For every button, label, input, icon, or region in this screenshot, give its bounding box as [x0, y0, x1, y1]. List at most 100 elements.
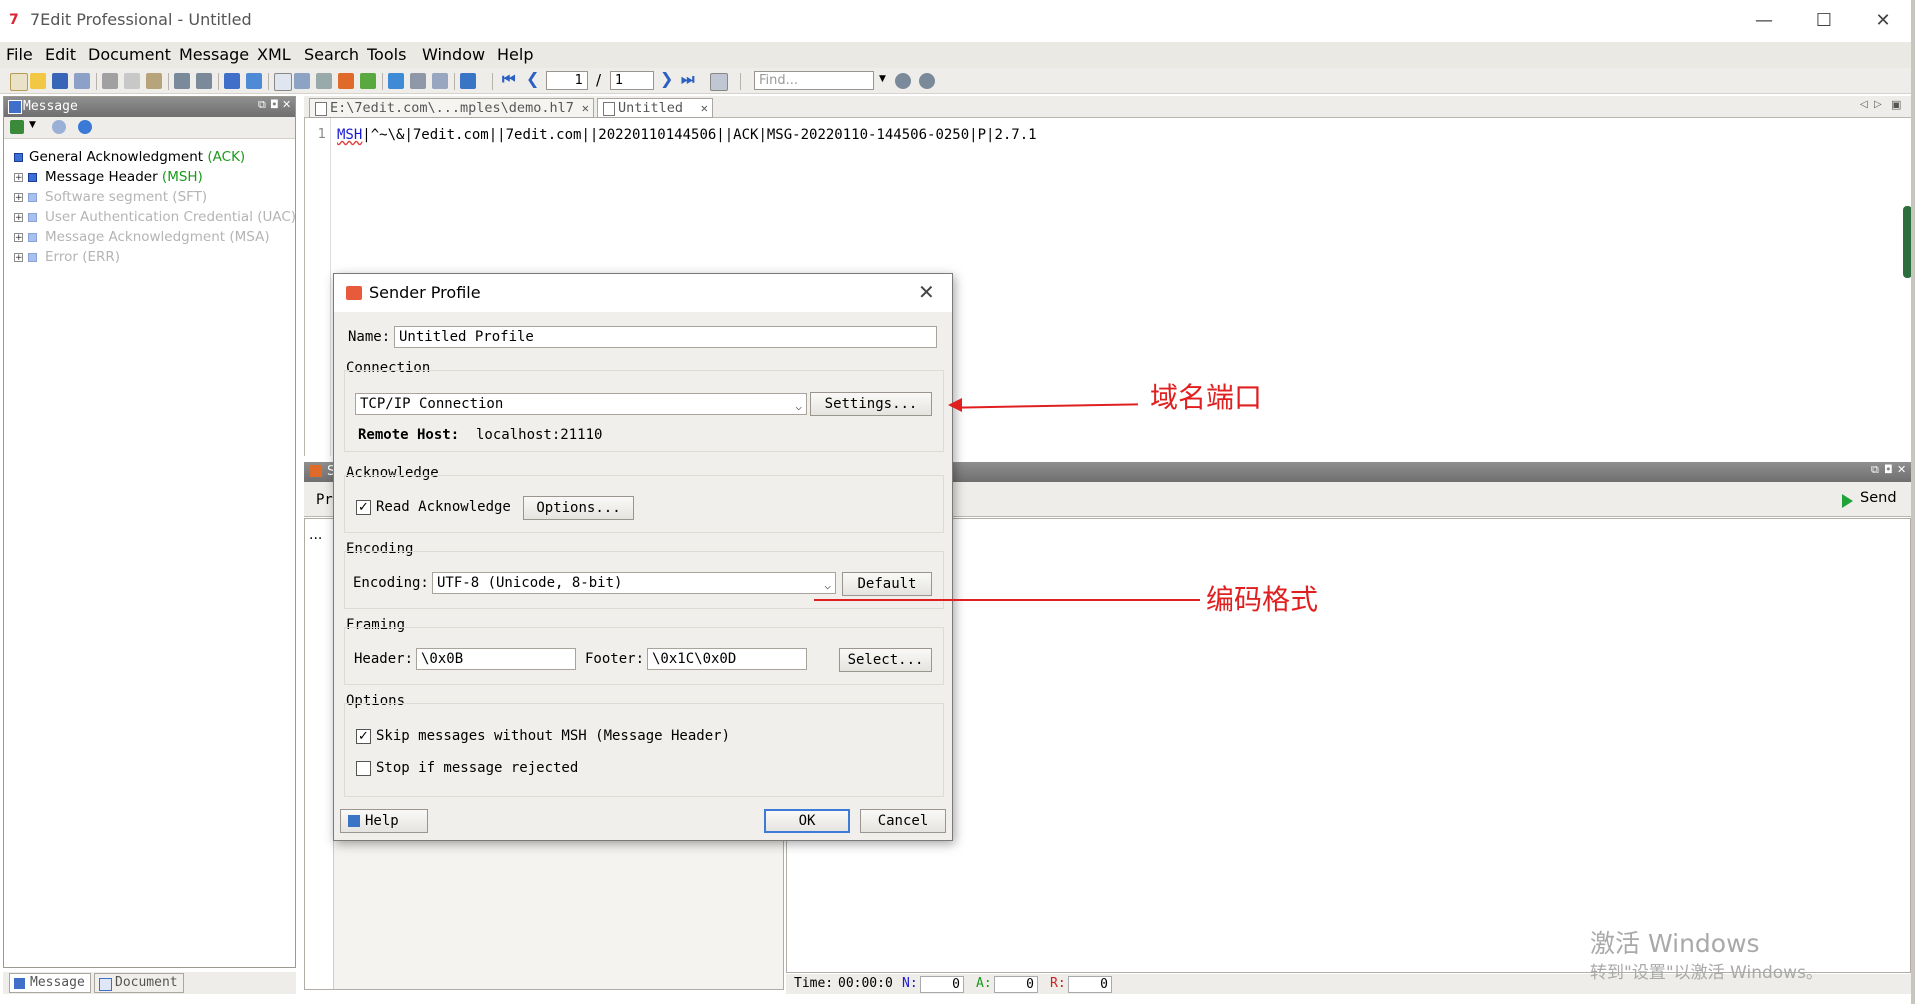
- tab-document[interactable]: Document: [94, 973, 184, 993]
- last-page-icon[interactable]: ⏭: [681, 70, 697, 88]
- profile-list-item[interactable]: ...: [309, 527, 322, 543]
- redo-icon[interactable]: [196, 73, 212, 89]
- open-icon[interactable]: [30, 73, 46, 89]
- segment-icon: [28, 212, 37, 222]
- panel-float-icon[interactable]: ⧉: [1871, 463, 1879, 477]
- time-label: Time:: [794, 976, 834, 991]
- globe-icon[interactable]: [388, 73, 404, 89]
- compare-icon[interactable]: [410, 73, 426, 89]
- collapse-icon[interactable]: [52, 120, 66, 134]
- menu-help[interactable]: Help: [497, 45, 533, 64]
- tab-close-icon[interactable]: ✕: [582, 99, 589, 117]
- tab-scroll-right-icon[interactable]: ▷: [1874, 99, 1882, 110]
- copy-icon[interactable]: [124, 73, 140, 89]
- panel-close-icon[interactable]: ✕: [282, 98, 291, 111]
- ok-button[interactable]: OK: [764, 809, 850, 833]
- find-input[interactable]: Find...: [754, 71, 874, 90]
- panel-close-icon[interactable]: ✕: [1897, 463, 1906, 476]
- tree-expand-icon[interactable]: +: [14, 252, 23, 262]
- maximize-button[interactable]: ☐: [1800, 4, 1848, 38]
- tab-untitled[interactable]: Untitled ✕: [597, 98, 713, 118]
- prev-page-icon[interactable]: ❮: [526, 69, 542, 88]
- tree-item-uac[interactable]: + User Authentication Credential (UAC): [14, 209, 296, 225]
- framing-select-button[interactable]: Select...: [839, 648, 932, 672]
- save-all-icon[interactable]: [74, 73, 90, 89]
- tree-expand-icon[interactable]: +: [14, 192, 23, 202]
- dialog-close-icon[interactable]: ✕: [918, 280, 935, 304]
- tree-expand-icon[interactable]: +: [14, 172, 23, 182]
- tree-expand-icon[interactable]: +: [14, 232, 23, 242]
- duplicate-icon[interactable]: [432, 73, 448, 89]
- page-current-input[interactable]: 1: [546, 71, 588, 90]
- menu-xml[interactable]: XML: [257, 45, 291, 64]
- window-icon[interactable]: [246, 73, 262, 89]
- validate-icon[interactable]: [274, 73, 292, 91]
- tree-item-msh[interactable]: + Message Header (MSH): [14, 169, 203, 185]
- cancel-button[interactable]: Cancel: [860, 809, 946, 833]
- connection-select[interactable]: TCP/IP Connection ⌵: [355, 393, 807, 415]
- menu-window[interactable]: Window: [422, 45, 485, 64]
- header-input[interactable]: \0x0B: [416, 648, 576, 670]
- tab-scroll-left-icon[interactable]: ◁: [1860, 99, 1868, 110]
- menu-search[interactable]: Search: [304, 45, 359, 64]
- receive-icon[interactable]: [360, 73, 376, 89]
- undo-icon[interactable]: [174, 73, 190, 89]
- menu-message[interactable]: Message: [179, 45, 249, 64]
- encoding-default-button[interactable]: Default: [842, 572, 932, 596]
- tab-list-icon[interactable]: ▣: [1891, 98, 1901, 111]
- skip-msh-checkbox[interactable]: ✓: [356, 729, 371, 744]
- encoding-select[interactable]: UTF-8 (Unicode, 8-bit) ⌵: [432, 572, 836, 594]
- name-input[interactable]: Untitled Profile: [394, 326, 937, 348]
- reply-icon[interactable]: [294, 73, 310, 89]
- minimize-button[interactable]: —: [1740, 4, 1788, 38]
- send-icon[interactable]: [338, 73, 354, 89]
- r-value: 0: [1068, 976, 1112, 993]
- hl7-message-line[interactable]: MSH|^~\&|7edit.com||7edit.com||202201101…: [337, 127, 1037, 143]
- tree-item-ack[interactable]: General Acknowledgment (ACK): [14, 149, 245, 165]
- message-panel: Message ⧉ ◘ ✕ ▼ General Acknowledgment (…: [3, 96, 296, 968]
- next-page-icon[interactable]: ❯: [660, 69, 676, 88]
- tree-item-err[interactable]: + Error (ERR): [14, 249, 120, 265]
- send-icon[interactable]: [1842, 494, 1853, 508]
- paste-icon[interactable]: [146, 73, 162, 89]
- view-icon[interactable]: [224, 73, 240, 89]
- help-button[interactable]: Help: [340, 809, 428, 833]
- cut-icon[interactable]: [102, 73, 118, 89]
- panel-pin-icon[interactable]: ◘: [1884, 463, 1893, 476]
- settings-button[interactable]: Settings...: [810, 392, 932, 416]
- stop-rejected-checkbox[interactable]: [356, 761, 371, 776]
- page-view-icon[interactable]: [710, 73, 728, 91]
- menu-tools[interactable]: Tools: [367, 45, 406, 64]
- expand-dropdown-icon[interactable]: ▼: [29, 120, 36, 130]
- close-button[interactable]: ✕: [1859, 4, 1907, 38]
- tab-close-icon[interactable]: ✕: [701, 99, 708, 117]
- panel-float-icon[interactable]: ⧉: [258, 98, 266, 112]
- tab-demo-hl7[interactable]: E:\7edit.com\...mples\demo.hl7 ✕: [309, 98, 594, 118]
- tree-item-msa[interactable]: + Message Acknowledgment (MSA): [14, 229, 270, 245]
- menu-edit[interactable]: Edit: [45, 45, 76, 64]
- send-button[interactable]: Send: [1860, 490, 1897, 506]
- find-dropdown-icon[interactable]: ▼: [879, 74, 886, 84]
- refresh-icon[interactable]: [78, 120, 92, 134]
- help-icon[interactable]: [460, 73, 476, 89]
- read-acknowledge-checkbox[interactable]: ✓: [356, 500, 371, 515]
- editor-tab-strip: E:\7edit.com\...mples\demo.hl7 ✕ Untitle…: [304, 96, 1911, 118]
- panel-pin-icon[interactable]: ◘: [270, 98, 279, 111]
- menu-file[interactable]: File: [6, 45, 33, 64]
- tree-item-sft[interactable]: + Software segment (SFT): [14, 189, 207, 205]
- save-icon[interactable]: [52, 73, 68, 89]
- tab-message[interactable]: Message: [9, 973, 91, 993]
- menu-document[interactable]: Document: [88, 45, 171, 64]
- find-next-icon[interactable]: [895, 73, 911, 89]
- expand-icon[interactable]: [10, 120, 24, 134]
- footer-input[interactable]: \0x1C\0x0D: [647, 648, 807, 670]
- send-log-area[interactable]: [786, 518, 1911, 973]
- acknowledge-options-button[interactable]: Options...: [523, 496, 634, 520]
- first-page-icon[interactable]: ⏮: [502, 70, 518, 88]
- skip-msh-label: Skip messages without MSH (Message Heade…: [376, 728, 731, 744]
- page-total-input[interactable]: 1: [610, 71, 654, 90]
- tree-expand-icon[interactable]: +: [14, 212, 23, 222]
- link-icon[interactable]: [316, 73, 332, 89]
- new-icon[interactable]: [10, 73, 28, 91]
- find-replace-icon[interactable]: [919, 73, 935, 89]
